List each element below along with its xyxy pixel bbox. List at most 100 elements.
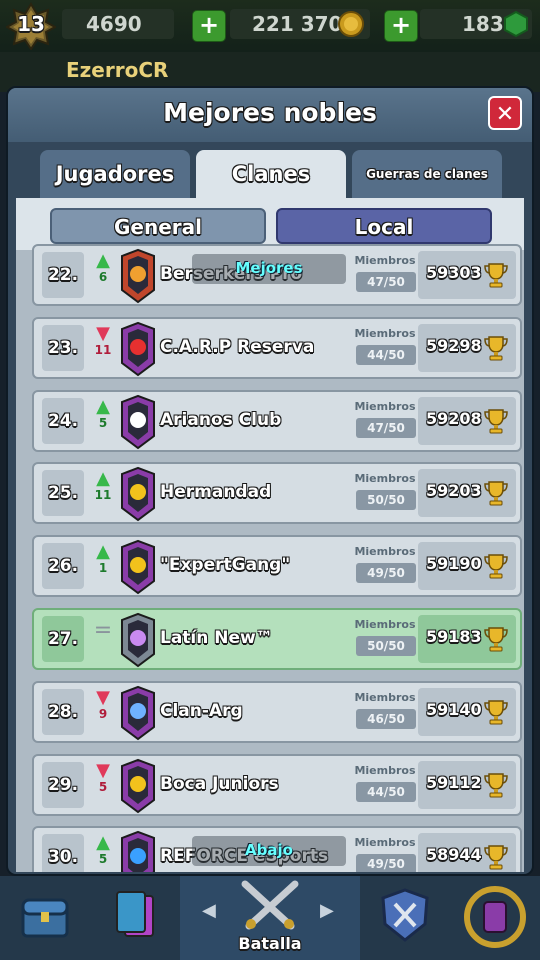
clan-trophies: 59208: [426, 408, 482, 428]
clan-name: "ExpertGang": [160, 555, 291, 576]
laurel-trophy-icon: [464, 886, 526, 948]
member-count: 49/50: [356, 854, 416, 872]
clan-row[interactable]: 23. ▼ 11 C.A.R.P Reserva Miembros 44/50 59298: [32, 316, 522, 379]
modal-header: Mejores nobles ✕: [8, 88, 532, 142]
trophy-count: 4690: [62, 9, 174, 39]
segment-general-button[interactable]: General: [50, 208, 266, 244]
members-label: Miembros: [354, 399, 416, 413]
clan-badge-icon: [121, 831, 155, 872]
clan-rank: 26.: [42, 543, 84, 590]
clan-shield-icon: [381, 888, 429, 942]
chevron-left-icon[interactable]: ◀: [202, 900, 216, 921]
clan-trophies: 59112: [426, 772, 482, 792]
clan-trophies: 58944: [426, 845, 482, 865]
rank-change: ▼ 9: [92, 688, 114, 721]
tab-label: Guerras de clanes: [366, 167, 488, 181]
clan-rank: 30.: [42, 834, 84, 872]
nav-tournaments[interactable]: [450, 876, 540, 960]
gold-count-value: 221 370: [252, 12, 343, 36]
clan-badge-icon: [121, 467, 155, 522]
clan-trophies: 59183: [426, 627, 482, 646]
member-count: 44/50: [356, 344, 416, 365]
close-icon: ✕: [495, 102, 515, 127]
trophy-icon: [484, 336, 508, 361]
crossed-swords-icon: [241, 880, 299, 930]
segment-local-button[interactable]: Local: [276, 208, 492, 244]
gold-count: 221 370: [230, 9, 370, 39]
clan-badge-icon: [121, 394, 155, 449]
rank-change-value: 1: [98, 561, 108, 576]
nav-clan[interactable]: [360, 876, 450, 960]
tab-guerras-de-clanes[interactable]: Guerras de clanes: [352, 150, 502, 198]
tab-jugadores[interactable]: Jugadores: [40, 150, 190, 198]
clan-trophies: 59203: [426, 481, 482, 501]
trophy-icon: [484, 700, 508, 725]
trophy-box: 59183: [418, 615, 516, 663]
rank-down-icon: ▼: [96, 759, 110, 781]
clan-rank: 27.: [42, 616, 84, 662]
rank-up-icon: ▲: [96, 468, 110, 490]
bottom-navigation: ◀ ▶ Batalla: [0, 876, 540, 960]
clan-row[interactable]: 28. ▼ 9 Clan-Arg Miembros 46/50 59140: [32, 680, 522, 743]
clan-name: Boca Juniors: [160, 773, 279, 794]
members-label: Miembros: [354, 254, 416, 267]
clan-row[interactable]: 25. ▲ 11 Hermandad Miembros 50/50 59203: [32, 462, 522, 525]
trophy-box: 59208: [418, 396, 516, 445]
nav-shop[interactable]: [0, 876, 90, 960]
clan-row[interactable]: 26. ▲ 1 "ExpertGang" Miembros 49/50 59190: [32, 535, 522, 598]
rank-change: =: [92, 616, 114, 646]
rank-up-icon: ▲: [96, 250, 110, 271]
members-label: Miembros: [354, 618, 416, 631]
trophy-box: 59203: [418, 469, 516, 518]
member-count: 47/50: [356, 417, 416, 438]
nav-cards[interactable]: [90, 876, 180, 960]
members-label: Miembros: [354, 836, 416, 850]
gold-coin-icon: [338, 11, 364, 37]
cards-icon: [116, 891, 154, 937]
clan-name: Latín New™: [160, 628, 273, 648]
clan-badge-icon: [121, 540, 155, 595]
rank-up-icon: ▲: [96, 395, 110, 417]
trophy-icon: [484, 845, 508, 870]
trophy-box: 59112: [418, 760, 516, 809]
trophy-box: 58944: [418, 833, 516, 872]
clan-badge-icon: [121, 612, 155, 668]
clan-trophies: 59190: [426, 554, 482, 574]
rank-same-icon: =: [93, 618, 113, 643]
close-button[interactable]: ✕: [488, 96, 522, 130]
member-count: 47/50: [356, 272, 416, 292]
clan-row[interactable]: 27. = Latín New™ Miembros 50/50 59183: [32, 608, 522, 670]
rank-change-value: 6: [98, 270, 108, 284]
scroll-top-label[interactable]: Mejores: [192, 254, 346, 284]
trophy-box: 59298: [418, 323, 516, 372]
clan-row[interactable]: 24. ▲ 5 Arianos Club Miembros 47/50 59208: [32, 389, 522, 452]
trophy-icon: [484, 772, 508, 798]
rank-change: ▲ 6: [92, 250, 114, 285]
member-count: 50/50: [356, 490, 416, 511]
clan-badge-icon: [121, 248, 155, 304]
leaderboard-modal: Mejores nobles ✕ Jugadores Clanes Guerra…: [6, 86, 534, 876]
clan-row[interactable]: 29. ▼ 5 Boca Juniors Miembros 44/50 59112: [32, 753, 522, 816]
rank-change-value: 11: [94, 488, 112, 503]
trophy-box: 59140: [418, 687, 516, 736]
gem-icon: [504, 11, 528, 37]
trophy-box: 59303: [418, 251, 516, 299]
clan-rank: 25.: [42, 470, 84, 517]
add-gems-button[interactable]: +: [384, 10, 418, 42]
scroll-bottom-label[interactable]: Abajo: [192, 836, 346, 866]
rank-up-icon: ▲: [96, 832, 110, 854]
clan-trophies: 59303: [426, 263, 482, 282]
members-label: Miembros: [354, 690, 416, 704]
member-count: 44/50: [356, 781, 416, 802]
rank-change-value: 9: [98, 706, 108, 721]
rank-change: ▲ 5: [92, 395, 114, 430]
rank-change: ▼ 5: [92, 759, 114, 794]
gem-count: 183: [420, 9, 532, 39]
tab-clanes[interactable]: Clanes: [196, 150, 346, 198]
members-label: Miembros: [354, 326, 416, 340]
chevron-right-icon[interactable]: ▶: [320, 900, 334, 921]
add-gold-button[interactable]: +: [192, 10, 226, 42]
trophy-box: 59190: [418, 542, 516, 591]
member-count: 46/50: [356, 708, 416, 729]
top-resource-bar: 13 4690 + 221 370 + 183: [0, 0, 540, 52]
